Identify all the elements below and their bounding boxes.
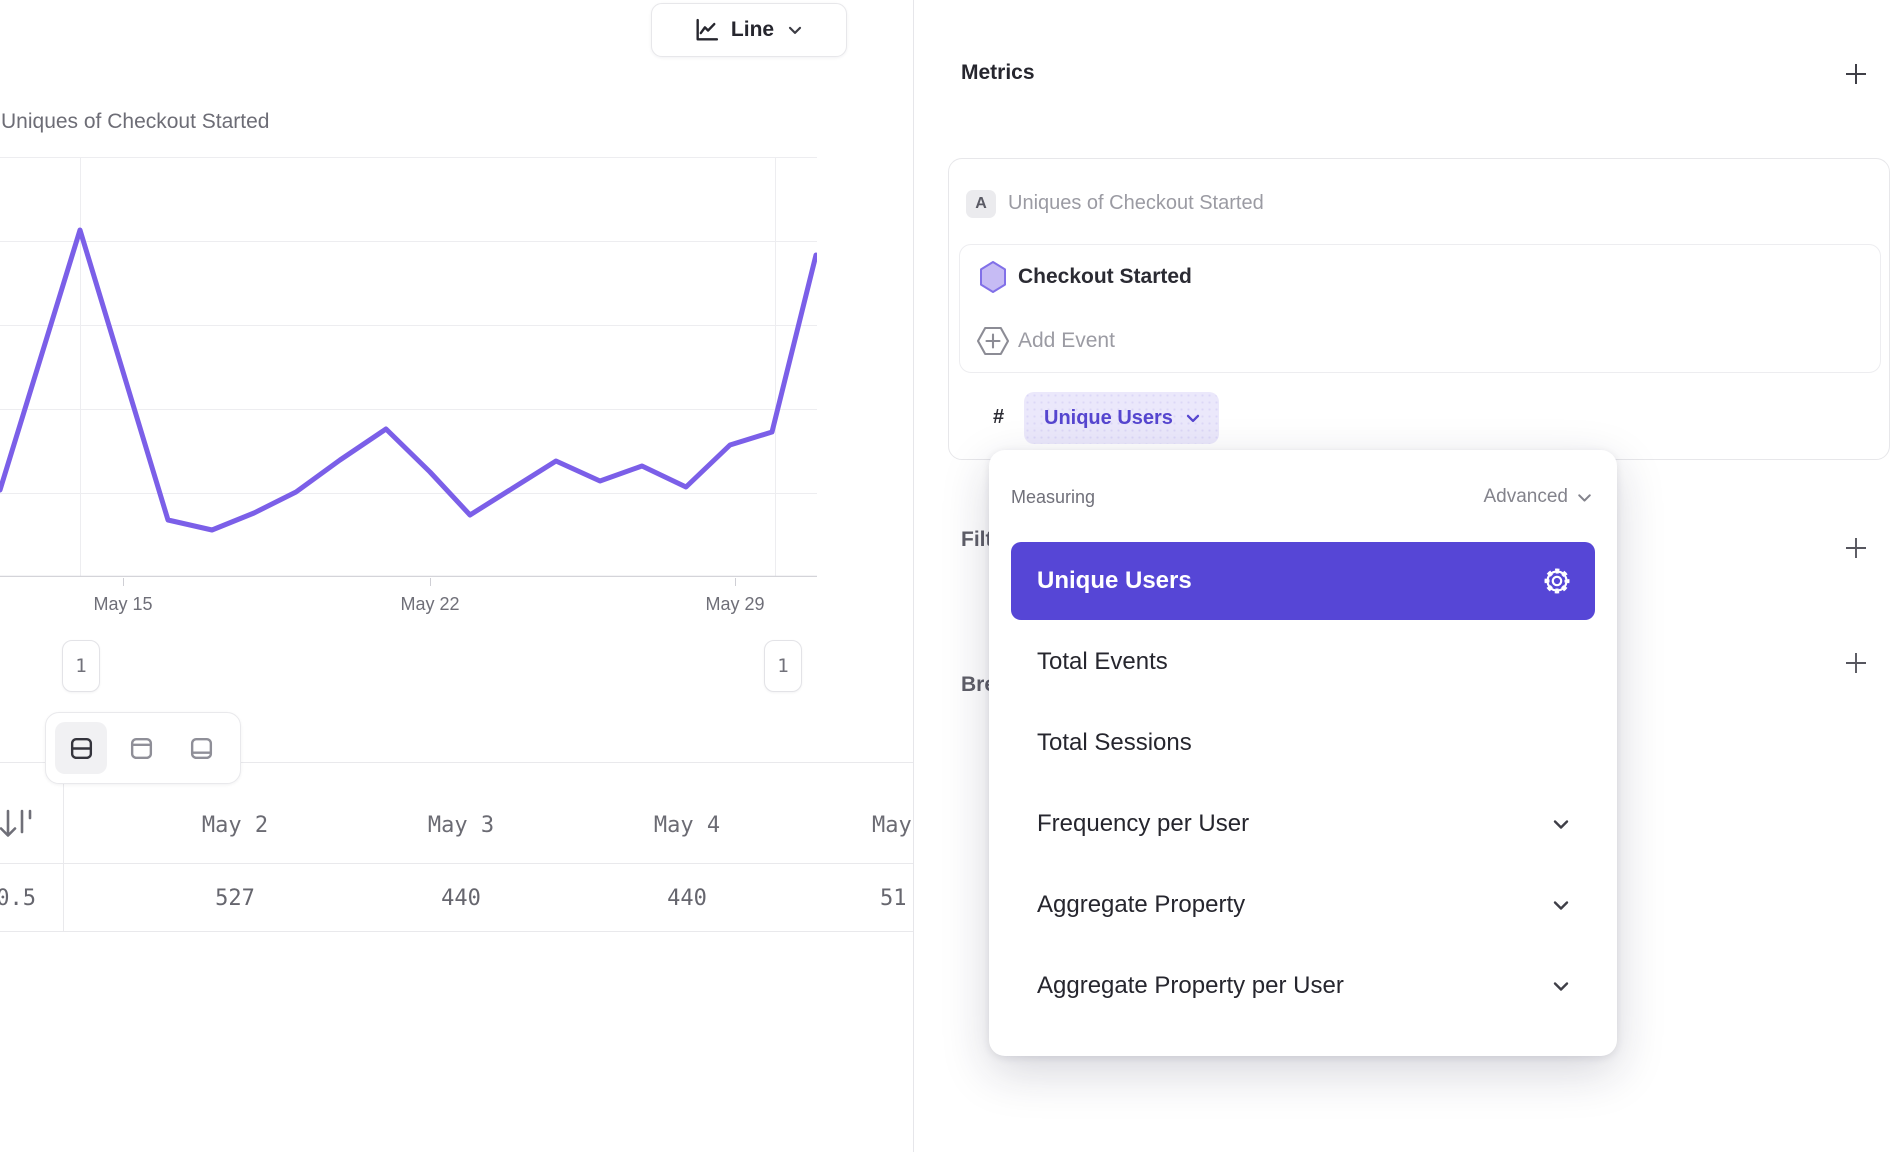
table-row-divider (0, 931, 913, 932)
dropdown-item-label: Frequency per User (1037, 810, 1249, 838)
table-header-divider (0, 863, 913, 864)
table-value-may4: 440 (597, 886, 777, 911)
insights-report-view: Line Uniques of Checkout Started May 15 M… (0, 0, 1898, 1152)
layout-split-button[interactable] (55, 722, 107, 774)
add-filter-button[interactable] (1839, 531, 1873, 565)
chevron-down-icon (1574, 487, 1595, 508)
table-value-may3: 440 (371, 886, 551, 911)
table-row-label-clipped: 0.5 (0, 886, 36, 911)
layout-table-only-icon (188, 735, 215, 762)
series-title[interactable]: Uniques of Checkout Started (1008, 192, 1264, 215)
dropdown-header: Measuring Advanced (1011, 480, 1595, 514)
chevron-down-icon (785, 20, 805, 40)
chevron-down-icon (1549, 974, 1573, 998)
dropdown-item-aggregate-property[interactable]: Aggregate Property (1011, 866, 1595, 944)
advanced-mode-toggle[interactable]: Advanced (1483, 486, 1595, 508)
measurement-chip[interactable]: Unique Users (1024, 392, 1219, 444)
x-axis-tick (123, 578, 124, 586)
event-row-checkout-started[interactable]: Checkout Started (960, 245, 1880, 309)
event-name: Checkout Started (1018, 265, 1192, 289)
table-header-may5-clipped[interactable]: May (872, 813, 912, 838)
chevron-down-icon (1549, 812, 1573, 836)
table-header-may2[interactable]: May 2 (145, 813, 325, 838)
event-hexagon-icon (978, 260, 1008, 294)
x-axis-tick (430, 578, 431, 586)
dropdown-item-frequency-per-user[interactable]: Frequency per User (1011, 785, 1595, 863)
table-value-may5-clipped: 51 (880, 886, 907, 911)
event-box: Checkout Started Add Event (959, 244, 1881, 373)
add-event-hexagon-plus-icon (976, 325, 1010, 357)
add-event-row[interactable]: Add Event (960, 309, 1880, 373)
chevron-down-icon (1183, 408, 1203, 428)
dropdown-item-label: Aggregate Property (1037, 891, 1245, 919)
dropdown-item-label: Total Sessions (1037, 729, 1192, 757)
x-axis-label: May 22 (375, 594, 485, 615)
dropdown-item-aggregate-property-per-user[interactable]: Aggregate Property per User (1011, 947, 1595, 1025)
add-metric-button[interactable] (1839, 57, 1873, 91)
x-axis-label: May 15 (68, 594, 178, 615)
data-series-line (0, 230, 816, 530)
dropdown-item-total-sessions[interactable]: Total Sessions (1011, 704, 1595, 782)
chart-title: Uniques of Checkout Started (1, 110, 270, 134)
plus-icon (1842, 60, 1870, 88)
annotation-marker[interactable]: 1 (764, 640, 802, 692)
measuring-dropdown: Measuring Advanced Unique Users (989, 450, 1617, 1056)
layout-split-icon (68, 735, 95, 762)
chart-type-selector[interactable]: Line (651, 3, 847, 57)
plus-icon (1842, 534, 1870, 562)
horizontal-gridlines (0, 158, 817, 494)
metrics-heading: Metrics (961, 61, 1035, 85)
line-chart-plot[interactable] (0, 157, 817, 577)
chevron-down-icon (1549, 893, 1573, 917)
table-header-may3[interactable]: May 3 (371, 813, 551, 838)
chart-section: Line Uniques of Checkout Started May 15 M… (0, 0, 913, 1152)
dropdown-item-unique-users[interactable]: Unique Users (1011, 542, 1595, 620)
sort-descending-icon[interactable] (0, 806, 36, 842)
dropdown-item-total-events[interactable]: Total Events (1011, 623, 1595, 701)
layout-chart-only-icon (128, 735, 155, 762)
metric-card: A Uniques of Checkout Started Checkout S… (948, 158, 1890, 460)
table-value-may2: 527 (145, 886, 325, 911)
x-axis-tick (735, 578, 736, 586)
plus-icon (1842, 649, 1870, 677)
dropdown-item-label: Total Events (1037, 648, 1168, 676)
table-frozen-column-border (63, 762, 64, 931)
add-event-label: Add Event (1018, 329, 1115, 353)
x-axis-label: May 29 (680, 594, 790, 615)
query-builder-panel: Metrics Filters Breakdowns A Uniques of … (914, 0, 1898, 1152)
chart-type-label: Line (731, 18, 774, 42)
vertical-gridlines (81, 157, 776, 577)
measuring-label: Measuring (1011, 487, 1095, 508)
advanced-label: Advanced (1483, 486, 1568, 508)
table-header-may4[interactable]: May 4 (597, 813, 777, 838)
layout-toggle-group (45, 712, 241, 784)
measurement-chip-label: Unique Users (1044, 407, 1173, 430)
layout-chart-only-button[interactable] (115, 722, 167, 774)
dropdown-item-label: Aggregate Property per User (1037, 972, 1344, 1000)
gear-icon[interactable] (1541, 565, 1573, 597)
layout-table-only-button[interactable] (175, 722, 227, 774)
add-breakdown-button[interactable] (1839, 646, 1873, 680)
series-letter-badge: A (966, 190, 996, 218)
line-chart-icon (693, 17, 720, 44)
measurement-hash-symbol: # (993, 406, 1004, 429)
annotation-marker[interactable]: 1 (62, 640, 100, 692)
dropdown-item-label: Unique Users (1037, 567, 1192, 595)
